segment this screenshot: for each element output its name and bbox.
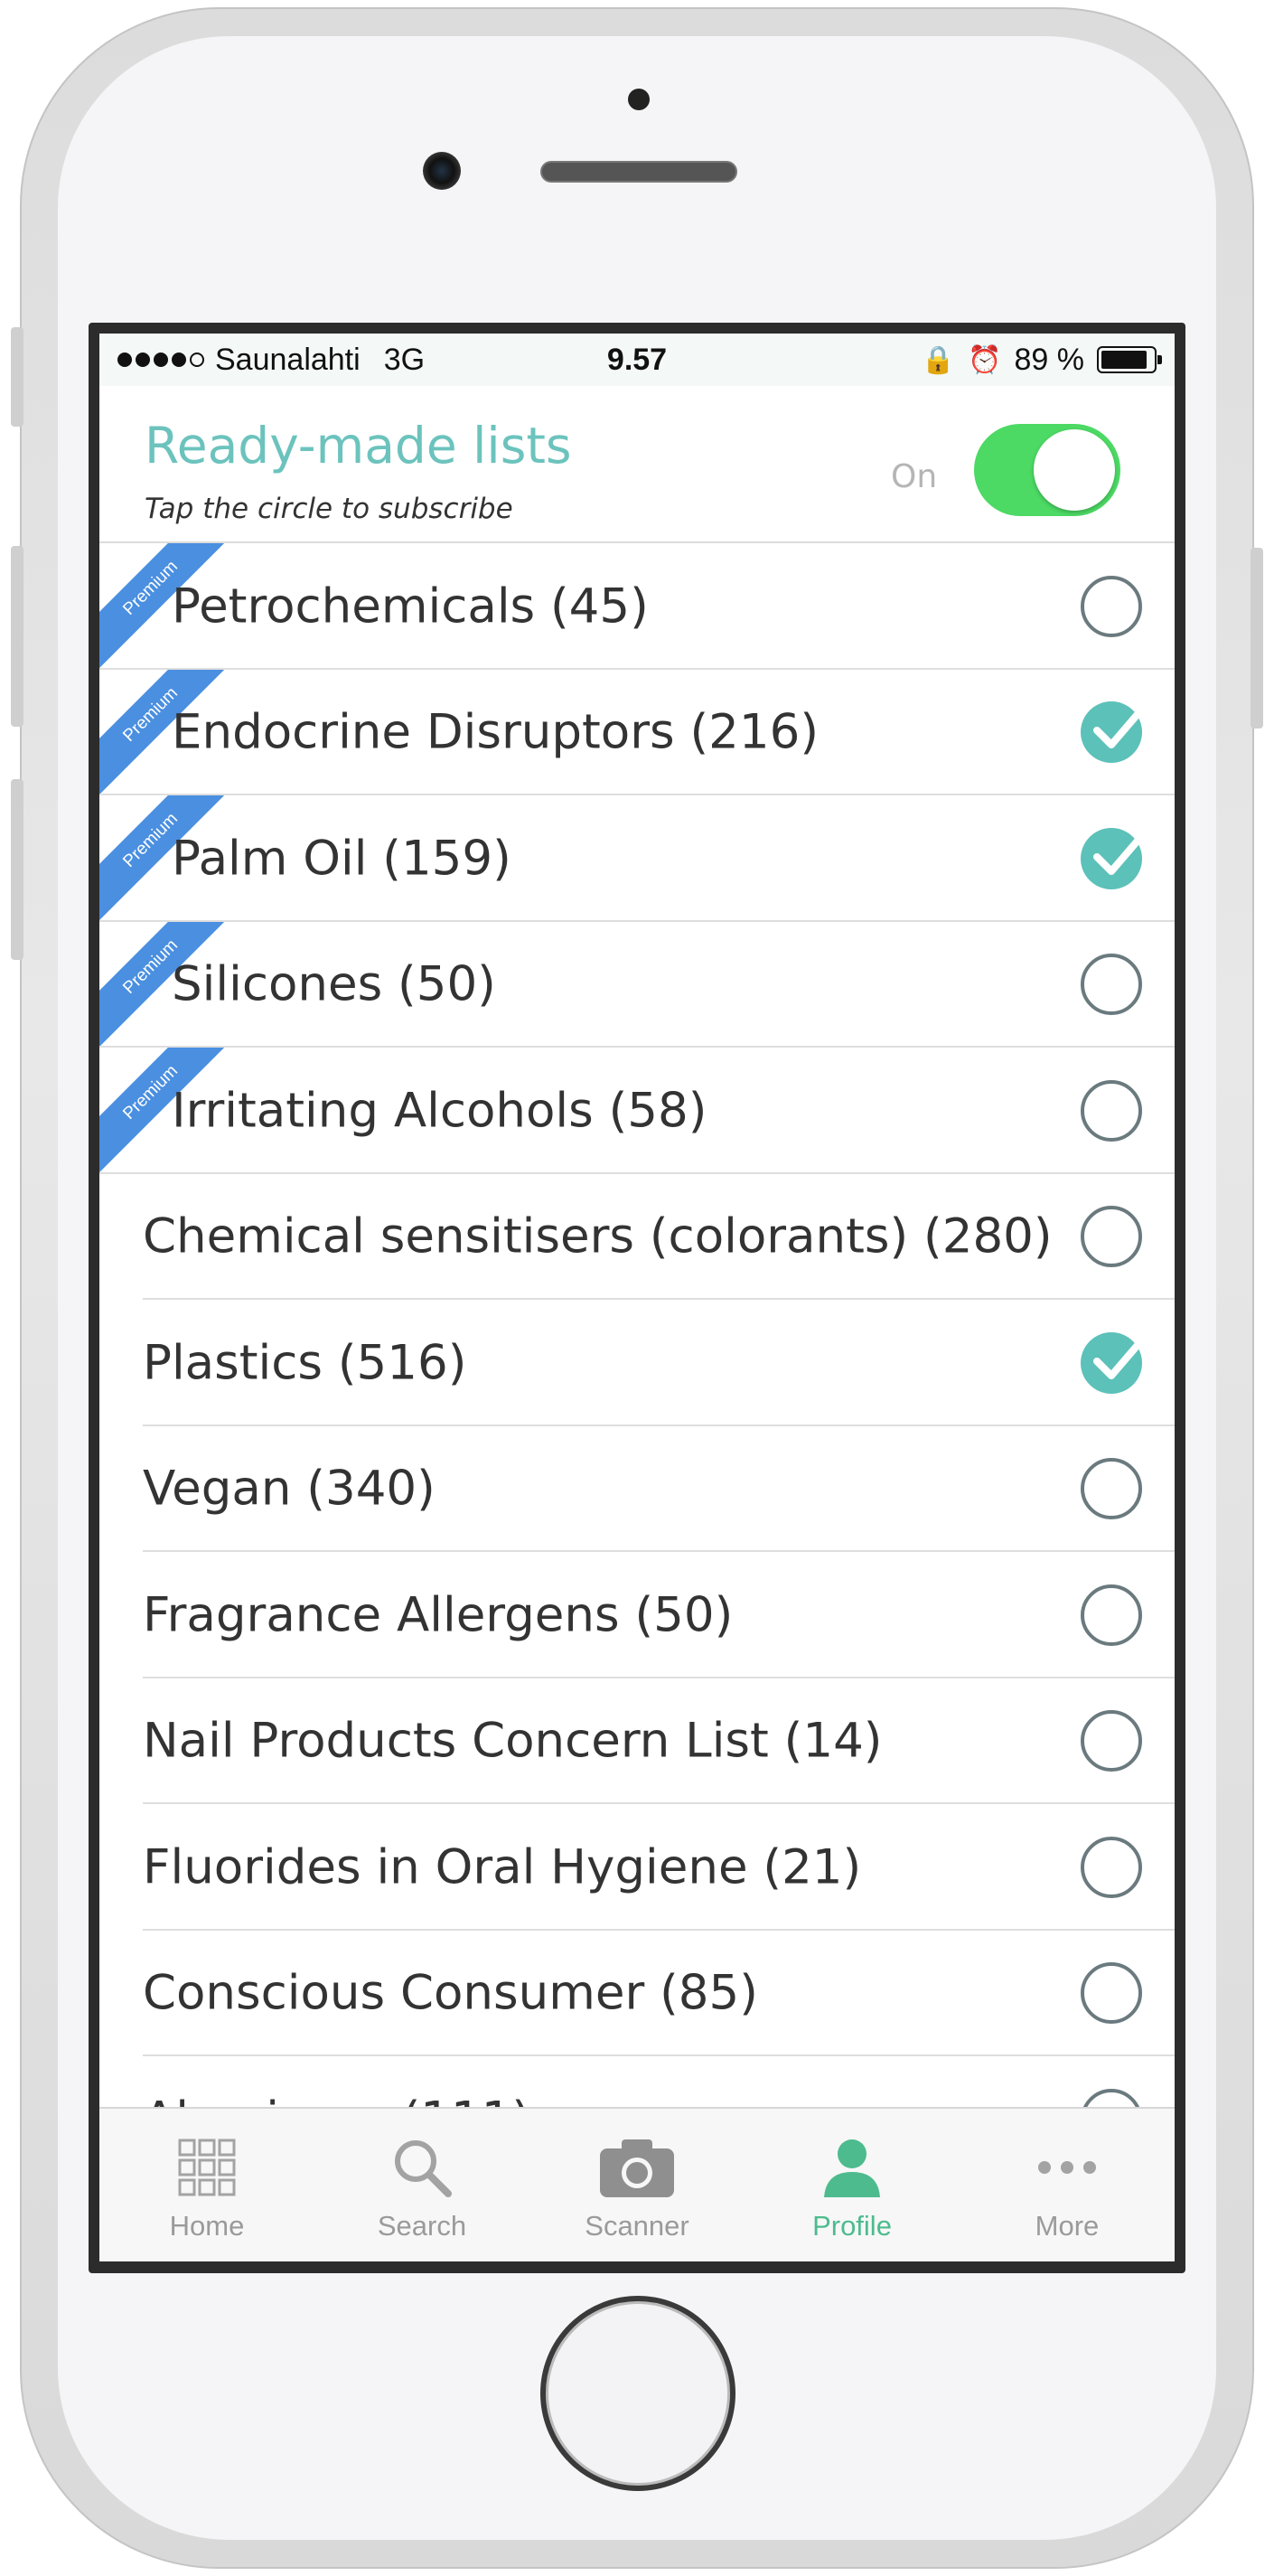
volume-up-button [11,546,23,727]
tab-home[interactable]: Home [99,2109,314,2261]
page-title: Ready-made lists [145,417,572,475]
ready-made-list: Premium Petrochemicals (45) Premium Endocri… [99,543,1175,2183]
carrier-name: Saunalahti [215,342,361,377]
list-item[interactable]: Conscious Consumer (85) [99,1930,1175,2056]
network-type: 3G [383,342,426,377]
battery-icon [1097,346,1162,373]
tab-search[interactable]: Search [314,2109,529,2261]
signal-strength [117,353,204,367]
person-icon [811,2130,893,2205]
list-item[interactable]: Fragrance Allergens (50) [99,1552,1175,1678]
earpiece-speaker [540,161,737,183]
list-item[interactable]: Vegan (340) [99,1425,1175,1552]
volume-down-button [11,779,23,960]
list-item[interactable]: Plastics (516) [99,1300,1175,1426]
list-item-label: Chemical sensitisers (colorants) (280) [143,1208,1053,1264]
subscribe-circle-icon[interactable] [1081,1584,1142,1646]
subscribe-circle-icon[interactable] [1081,1458,1142,1520]
lists-toggle[interactable] [974,424,1120,516]
subscribe-circle-icon[interactable] [1081,1206,1142,1268]
toggle-knob[interactable] [1034,429,1115,511]
signal-dot [172,353,186,367]
tab-profile[interactable]: Profile [745,2109,960,2261]
list-item[interactable]: Premium Endocrine Disruptors (216) [99,669,1175,796]
search-icon [381,2130,463,2205]
signal-dot [190,353,204,367]
list-item-label: Endocrine Disruptors (216) [172,704,819,760]
grid-icon [166,2130,248,2205]
list-item[interactable]: Premium Petrochemicals (45) [99,543,1175,670]
list-item[interactable]: Premium Palm Oil (159) [99,795,1175,922]
list-item[interactable]: Fluorides in Oral Hygiene (21) [99,1804,1175,1931]
tab-label: Home [169,2210,245,2242]
subscribed-check-icon[interactable] [1081,827,1148,889]
list-item-label: Nail Products Concern List (14) [143,1713,883,1769]
toggle-label: On [891,458,938,495]
signal-dot [154,353,168,367]
list-item-label: Petrochemicals (45) [172,578,649,635]
battery-percent: 89 % [1014,342,1085,377]
proximity-sensor [628,89,650,110]
list-item-label: Silicones (50) [172,956,496,1012]
camera-icon [596,2130,678,2205]
list-item[interactable]: Premium Silicones (50) [99,921,1175,1048]
tab-more[interactable]: More [960,2109,1175,2261]
app-screen: Saunalahti 3G 9.57 🔒 ⏰ 89 % Ready-made l… [99,334,1175,2261]
signal-dot [117,353,132,367]
alarm-icon: ⏰ [968,344,1002,375]
list-item-label: Conscious Consumer (85) [143,1965,758,2021]
rotation-lock-icon: 🔒 [921,344,956,375]
tab-bar: Home Search Scanner Profile More [99,2107,1175,2261]
tab-scanner[interactable]: Scanner [529,2109,745,2261]
tab-label: Profile [812,2210,892,2242]
page-subtitle: Tap the circle to subscribe [145,493,513,525]
subscribe-circle-icon[interactable] [1081,1079,1142,1142]
subscribe-circle-icon[interactable] [1081,1962,1142,2025]
list-item-label: Fluorides in Oral Hygiene (21) [143,1839,862,1895]
mute-switch [11,327,23,427]
subscribe-circle-icon[interactable] [1081,954,1142,1016]
tab-label: Search [377,2210,467,2242]
subscribed-check-icon[interactable] [1081,701,1148,764]
list-item[interactable]: Premium Irritating Alcohols (58) [99,1048,1175,1174]
lists-header: Ready-made lists Tap the circle to subsc… [99,386,1175,543]
list-item[interactable]: Chemical sensitisers (colorants) (280) [99,1173,1175,1300]
list-item[interactable]: Nail Products Concern List (14) [99,1678,1175,1804]
list-item-label: Fragrance Allergens (50) [143,1587,734,1643]
subscribe-circle-icon[interactable] [1081,1710,1142,1772]
list-item-label: Vegan (340) [143,1461,436,1517]
subscribe-circle-icon[interactable] [1081,575,1142,637]
front-camera [423,152,461,190]
tab-label: Scanner [585,2210,689,2242]
list-item-label: Plastics (516) [143,1335,467,1391]
subscribe-circle-icon[interactable] [1081,1836,1142,1898]
subscribed-check-icon[interactable] [1081,1331,1148,1394]
more-icon [1026,2130,1108,2205]
power-button [1251,548,1263,729]
list-item-label: Palm Oil (159) [172,831,511,887]
status-bar: Saunalahti 3G 9.57 🔒 ⏰ 89 % [99,334,1175,386]
signal-dot [136,353,150,367]
home-button[interactable] [540,2296,735,2491]
tab-label: More [1035,2210,1100,2242]
list-item-label: Irritating Alcohols (58) [172,1083,707,1139]
